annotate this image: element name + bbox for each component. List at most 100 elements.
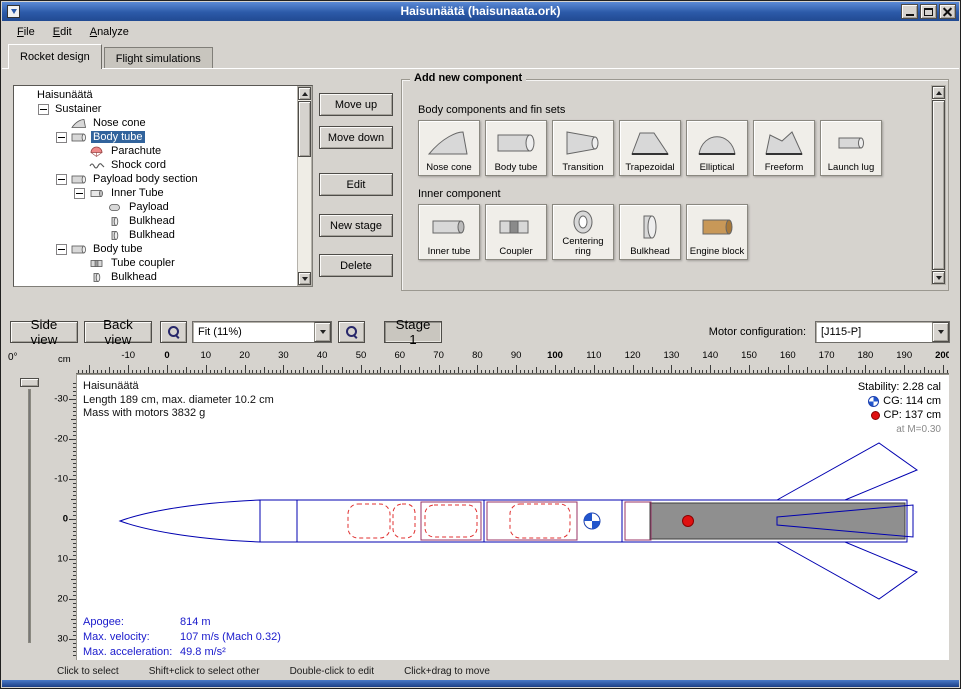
new-stage-button[interactable]: New stage	[319, 214, 393, 237]
scrollbar-thumb[interactable]	[932, 100, 945, 270]
stage-1-toggle[interactable]: Stage 1	[384, 321, 442, 343]
tree-item-payload[interactable]: Payload	[16, 200, 296, 214]
tree-scrollbar[interactable]	[297, 86, 312, 286]
apogee-row: Apogee:814 m	[83, 615, 281, 630]
tree-item-haisunäätä[interactable]: Haisunäätä	[16, 88, 296, 102]
magnifier-icon	[168, 326, 180, 338]
tree-item-label: Parachute	[109, 145, 163, 157]
tree-item-body-tube[interactable]: Body tube	[16, 130, 296, 144]
ruler-label: -10	[54, 474, 68, 485]
menu-edit[interactable]: Edit	[44, 23, 81, 41]
add-freeform-button[interactable]: Freeform	[753, 120, 815, 176]
rotation-slider-thumb[interactable]	[20, 378, 39, 387]
payload-body-section-shape[interactable]	[484, 500, 622, 542]
tree-item-parachute[interactable]: Parachute	[16, 144, 296, 158]
tree-item-shock-cord[interactable]: Shock cord	[16, 158, 296, 172]
add-body-tube-button[interactable]: Body tube	[485, 120, 547, 176]
palette-scrollbar[interactable]	[931, 85, 946, 285]
tree-expander-icon[interactable]	[74, 188, 85, 199]
tree-item-sustainer[interactable]: Sustainer	[16, 102, 296, 116]
move-up-button[interactable]: Move up	[319, 93, 393, 116]
edit-button[interactable]: Edit	[319, 173, 393, 196]
add-inner-tube-button[interactable]: Inner tube	[418, 204, 480, 260]
tree-item-bulkhead[interactable]: Bulkhead	[16, 214, 296, 228]
apogee-value: 814 m	[180, 616, 211, 628]
cp-value: CP: 137 cm	[884, 409, 941, 421]
add-trapezoidal-button[interactable]: Trapezoidal	[619, 120, 681, 176]
tab-rocket-design[interactable]: Rocket design	[8, 44, 102, 69]
zoom-out-button[interactable]	[338, 321, 365, 343]
minimize-button[interactable]	[901, 4, 918, 19]
menu-analyze[interactable]: Analyze	[81, 23, 138, 41]
max-acceleration-label: Max. acceleration:	[83, 645, 180, 660]
tab-flight-simulations-label: Flight simulations	[116, 53, 201, 65]
freeform-icon	[762, 123, 806, 163]
tree-item-bulkhead[interactable]: Bulkhead	[16, 228, 296, 242]
main-body-tube-shape[interactable]	[260, 500, 484, 542]
stability-condition: at M=0.30	[896, 424, 941, 435]
tree-item-payload-body-section[interactable]: Payload body section	[16, 172, 296, 186]
ruler-label: 160	[780, 350, 796, 361]
vertical-ruler: -30-20-100102030	[53, 374, 76, 660]
tree-expander-icon[interactable]	[56, 244, 67, 255]
maximize-button[interactable]	[920, 4, 937, 19]
scroll-down-button[interactable]	[932, 271, 945, 284]
side-view-button[interactable]: Side view	[10, 321, 78, 343]
tree-item-body-tube[interactable]: Body tube	[16, 242, 296, 256]
rocket-canvas[interactable]: Haisunäätä Length 189 cm, max. diameter …	[76, 374, 949, 660]
tree-item-label: Inner Tube	[109, 187, 166, 199]
motor-configuration-label: Motor configuration:	[709, 326, 806, 338]
ruler-label: 30	[278, 350, 289, 361]
tree-expander-icon[interactable]	[56, 132, 67, 143]
tree-item-nose-cone[interactable]: Nose cone	[16, 116, 296, 130]
tree-item-bulkhead[interactable]: Bulkhead	[16, 270, 296, 284]
menu-file[interactable]: File	[8, 23, 44, 41]
ruler-label: 10	[57, 553, 68, 564]
add-elliptical-button[interactable]: Elliptical	[686, 120, 748, 176]
rocket-name: Haisunäätä	[83, 380, 274, 394]
move-down-button[interactable]: Move down	[319, 126, 393, 149]
arrow-down-icon	[936, 276, 942, 280]
maximize-icon	[924, 8, 933, 16]
scroll-up-button[interactable]	[932, 86, 945, 99]
nosecone-icon	[71, 118, 88, 129]
tab-flight-simulations[interactable]: Flight simulations	[104, 47, 213, 69]
tree-expander-icon[interactable]	[56, 174, 67, 185]
nose-cone-shape[interactable]	[120, 500, 260, 542]
add-engine-block-button[interactable]: Engine block	[686, 204, 748, 260]
zoom-select-value: Fit (11%)	[193, 322, 314, 342]
back-view-button[interactable]: Back view	[84, 321, 152, 343]
scroll-up-button[interactable]	[298, 87, 311, 100]
title-bar[interactable]: Haisunäätä (haisunaata.ork)	[2, 2, 959, 21]
add-nose-cone-button[interactable]: Nose cone	[418, 120, 480, 176]
palette-section-label: Inner component	[418, 188, 930, 200]
motor-configuration-select[interactable]: [J115-P]	[815, 321, 950, 343]
add-centering-ring-button[interactable]: Centering ring	[552, 204, 614, 260]
tree-expander-icon[interactable]	[38, 104, 49, 115]
zoom-in-button[interactable]	[160, 321, 187, 343]
tree-item-inner-tube[interactable]: Inner Tube	[16, 186, 296, 200]
add-launch-lug-button[interactable]: Launch lug	[820, 120, 882, 176]
palette-button-label: Inner tube	[428, 247, 471, 257]
rotation-slider-track[interactable]	[28, 389, 31, 643]
delete-button[interactable]: Delete	[319, 254, 393, 277]
zoom-select[interactable]: Fit (11%)	[192, 321, 332, 343]
payload-icon	[107, 202, 124, 213]
bulkhead-icon	[628, 207, 672, 247]
ruler-label: 150	[741, 350, 757, 361]
component-tree[interactable]: HaisunäätäSustainerNose coneBody tubePar…	[16, 88, 296, 284]
dropdown-button[interactable]	[314, 322, 331, 342]
close-button[interactable]	[939, 4, 956, 19]
status-hint: Double-click to edit	[290, 666, 374, 677]
tab-baseline	[2, 68, 959, 69]
add-coupler-button[interactable]: Coupler	[485, 204, 547, 260]
chevron-down-icon	[320, 330, 326, 334]
ruler-label: 60	[395, 350, 406, 361]
tree-item-tube-coupler[interactable]: Tube coupler	[16, 256, 296, 270]
scrollbar-thumb[interactable]	[298, 101, 311, 157]
arrow-up-icon	[302, 92, 308, 96]
dropdown-button[interactable]	[932, 322, 949, 342]
add-transition-button[interactable]: Transition	[552, 120, 614, 176]
scroll-down-button[interactable]	[298, 272, 311, 285]
add-bulkhead-button[interactable]: Bulkhead	[619, 204, 681, 260]
